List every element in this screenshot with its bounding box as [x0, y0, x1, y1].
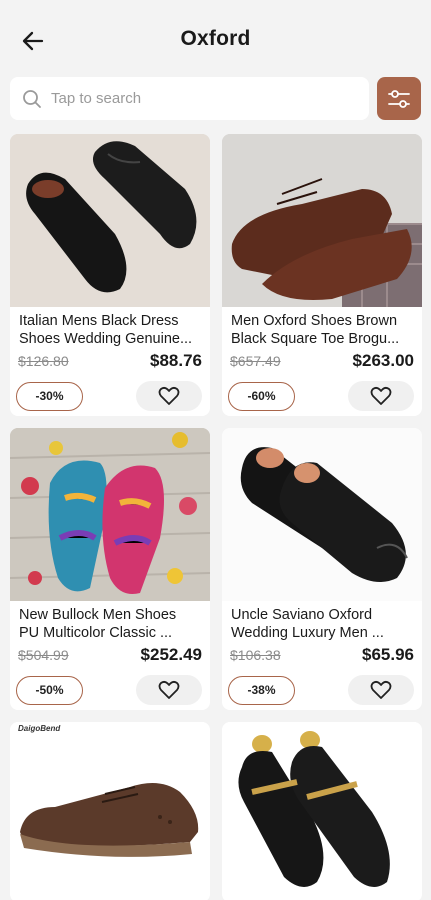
product-card[interactable]: Uncle Saviano Oxford Wedding Luxury Men …: [222, 428, 422, 710]
original-price: $657.49: [230, 353, 281, 369]
discount-badge: -50%: [16, 675, 83, 705]
sale-price: $88.76: [150, 351, 202, 370]
product-image[interactable]: [222, 428, 422, 601]
favorite-button[interactable]: [348, 381, 414, 411]
sale-price: $263.00: [352, 351, 414, 370]
product-image[interactable]: DaigoBend: [10, 722, 210, 900]
search-input[interactable]: Tap to search: [10, 77, 369, 120]
brand-watermark: DaigoBend: [18, 724, 61, 733]
page-title: Oxford: [180, 27, 251, 50]
sliders-icon: [388, 89, 410, 108]
product-image[interactable]: [10, 428, 210, 601]
search-icon: [23, 89, 41, 108]
product-name: Uncle Saviano Oxford Wedding Luxury Men …: [231, 607, 384, 641]
heart-icon: [370, 680, 392, 699]
heart-icon: [370, 386, 392, 405]
sale-price: $252.49: [140, 645, 202, 664]
original-price: $504.99: [18, 647, 69, 663]
product-name: New Bullock Men Shoes PU Multicolor Clas…: [19, 607, 177, 641]
discount-badge: -30%: [16, 381, 83, 411]
filter-button[interactable]: [377, 77, 421, 120]
search-placeholder: Tap to search: [51, 90, 142, 107]
product-card[interactable]: Italian Mens Black Dress Shoes Wedding G…: [10, 134, 210, 416]
top-bar: Oxford: [0, 0, 431, 76]
product-card[interactable]: DaigoBend: [10, 722, 210, 900]
discount-badge: -60%: [228, 381, 295, 411]
product-image[interactable]: [10, 134, 210, 307]
favorite-button[interactable]: [136, 675, 202, 705]
heart-icon: [158, 680, 180, 699]
favorite-button[interactable]: [348, 675, 414, 705]
original-price: $106.38: [230, 647, 281, 663]
discount-badge: -38%: [228, 675, 295, 705]
sale-price: $65.96: [362, 645, 414, 664]
product-name: Men Oxford Shoes Brown Black Square Toe …: [231, 313, 400, 347]
original-price: $126.80: [18, 353, 69, 369]
product-image[interactable]: [222, 722, 422, 900]
product-card[interactable]: Men Oxford Shoes Brown Black Square Toe …: [222, 134, 422, 416]
product-name: Italian Mens Black Dress Shoes Wedding G…: [19, 313, 193, 347]
product-card[interactable]: [222, 722, 422, 900]
heart-icon: [158, 386, 180, 405]
product-card[interactable]: New Bullock Men Shoes PU Multicolor Clas…: [10, 428, 210, 710]
favorite-button[interactable]: [136, 381, 202, 411]
product-image[interactable]: [222, 134, 422, 307]
